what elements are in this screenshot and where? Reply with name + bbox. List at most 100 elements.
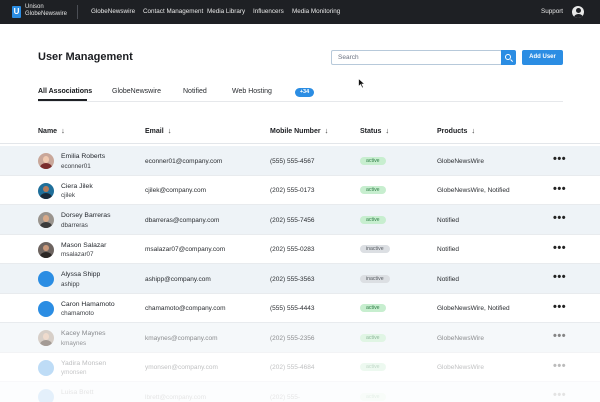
status-badge: active [360, 363, 386, 371]
user-phone: (555) 555-4567 [270, 157, 315, 165]
user-products: GlobeNewsWire, Notified [437, 305, 510, 312]
column-label: Name [38, 128, 58, 135]
user-name: Caron Hamamoto [61, 300, 115, 308]
avatar [38, 241, 54, 258]
user-name: Alyssa Shipp [61, 271, 101, 278]
user-email: ymonsen@company.com [145, 364, 218, 371]
status-badge: active [360, 304, 386, 312]
avatar [38, 359, 54, 376]
avatar [38, 271, 54, 287]
table-row[interactable]: Emilia Roberts econner01 econner01@compa… [0, 146, 600, 176]
user-email: kmaynes@company.com [145, 334, 218, 342]
tab-web-hosting[interactable]: Web Hosting [232, 88, 272, 95]
table-row[interactable]: Kacey Maynes kmaynes kmaynes@company.com… [0, 323, 600, 353]
nav-item-media-library[interactable]: Media Library [207, 8, 245, 15]
table-row[interactable]: Ciera Jilek cjilek cjilek@company.com (2… [0, 176, 600, 205]
table-row[interactable]: Luisa Brett lbrett@company.com (202) 555… [0, 382, 600, 402]
user-email: msalazar07@company.com [145, 246, 226, 253]
user-phone: (202) 555-4684 [270, 364, 315, 371]
ellipsis-icon[interactable]: ••• [553, 390, 566, 401]
nav-item-globenewswire[interactable]: GlobeNewswire [91, 8, 135, 15]
avatar [38, 389, 54, 402]
avatar [38, 330, 54, 346]
user-name: Yadira Monsen [61, 359, 107, 367]
nav-item-media-monitoring[interactable]: Media Monitoring [292, 8, 340, 15]
user-products: Notified [437, 275, 460, 283]
nav-divider [77, 5, 78, 19]
user-email: chamamoto@company.com [145, 305, 226, 312]
nav-item-contact-management[interactable]: Contact Management [143, 8, 203, 15]
table-row[interactable]: Mason Salazar msalazar07 msalazar07@comp… [0, 235, 600, 264]
unison-logo-icon[interactable]: U [12, 6, 21, 18]
tab-all-associations[interactable]: All Associations [38, 88, 92, 95]
table-row[interactable]: Yadira Monsen ymonsen ymonsen@company.co… [0, 353, 600, 382]
mouse-cursor-icon [358, 78, 366, 89]
brand-name[interactable]: Unison GlobeNewswire [25, 4, 67, 18]
ellipsis-icon[interactable]: ••• [553, 154, 566, 165]
status-badge: inactive [360, 274, 390, 283]
user-email: cjilek@company.com [145, 187, 207, 194]
column-header-products[interactable]: Products ↓ [437, 126, 475, 135]
user-name: Kacey Maynes [61, 330, 106, 337]
status-badge: active [360, 392, 386, 401]
user-username: econner01 [61, 162, 91, 170]
user-products: Notified [437, 216, 460, 224]
arrow-down-icon: ↓ [471, 126, 476, 135]
user-circle-icon[interactable] [572, 6, 584, 18]
tab-more-badge[interactable]: +34 [295, 88, 314, 97]
user-email: econner01@company.com [145, 157, 223, 165]
search-input[interactable] [331, 50, 502, 65]
arrow-down-icon: ↓ [61, 126, 65, 135]
table-row[interactable]: Caron Hamamoto chamamoto chamamoto@compa… [0, 294, 600, 323]
top-nav: U Unison GlobeNewswire GlobeNewswire Con… [0, 0, 600, 24]
table-row[interactable]: Dorsey Barreras dbarreras dbarreras@comp… [0, 205, 600, 235]
ellipsis-icon[interactable]: ••• [553, 272, 566, 283]
page-title: User Management [38, 51, 133, 63]
user-products: GlobeNewsWire [437, 157, 484, 165]
column-label: Products [437, 128, 468, 135]
user-email: lbrett@company.com [145, 393, 207, 401]
user-name: Mason Salazar [61, 241, 107, 249]
status-badge: active [360, 215, 386, 224]
user-phone: (202) 555-2356 [270, 334, 315, 342]
ellipsis-icon[interactable]: ••• [553, 183, 566, 194]
user-username: kmaynes [61, 339, 87, 347]
user-phone: (555) 555-4443 [270, 305, 315, 312]
column-header-name[interactable]: Name ↓ [38, 126, 65, 135]
user-products: GlobeNewsWire [437, 334, 484, 342]
user-username: msalazar07 [61, 251, 94, 258]
user-email: dbarreras@company.com [145, 216, 220, 224]
brand-line-2: GlobeNewswire [25, 11, 68, 17]
column-label: Status [360, 128, 382, 135]
column-header-email[interactable]: Email ↓ [145, 126, 171, 135]
tab-notified[interactable]: Notified [183, 88, 207, 95]
user-username: chamamoto [61, 310, 94, 317]
ellipsis-icon[interactable]: ••• [553, 331, 566, 342]
nav-item-influencers[interactable]: Influencers [253, 8, 284, 15]
table-row[interactable]: Alyssa Shipp ashipp ashipp@company.com (… [0, 264, 600, 294]
search-button[interactable] [501, 50, 516, 65]
ellipsis-icon[interactable]: ••• [553, 242, 566, 253]
tab-globenewswire[interactable]: GlobeNewswire [112, 88, 161, 95]
support-link[interactable]: Support [541, 8, 563, 15]
column-label: Email [145, 128, 164, 135]
status-badge: inactive [360, 245, 390, 253]
user-name: Luisa Brett [61, 389, 94, 396]
user-name: Ciera Jilek [61, 182, 93, 190]
ellipsis-icon[interactable]: ••• [553, 360, 566, 371]
user-products: Notified [437, 246, 460, 253]
user-table-body: Emilia Roberts econner01 econner01@compa… [0, 146, 600, 402]
table-header-divider [0, 143, 600, 144]
user-username: cjilek [61, 192, 75, 199]
ellipsis-icon[interactable]: ••• [553, 213, 566, 224]
add-user-button[interactable]: Add User [522, 50, 563, 65]
column-header-mobile-number[interactable]: Mobile Number ↓ [270, 126, 328, 135]
ellipsis-icon[interactable]: ••• [553, 301, 566, 312]
column-header-status[interactable]: Status ↓ [360, 126, 389, 135]
arrow-down-icon: ↓ [167, 126, 172, 135]
brand-line-1: Unison [25, 4, 44, 10]
user-phone: (202) 555-7456 [270, 216, 315, 224]
status-badge: active [360, 186, 386, 194]
user-username: ashipp [61, 280, 80, 288]
avatar [38, 300, 54, 317]
